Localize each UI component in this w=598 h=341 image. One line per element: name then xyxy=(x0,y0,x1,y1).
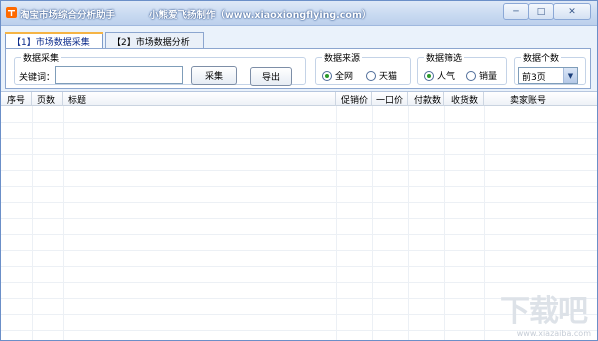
grid-row-line xyxy=(1,138,597,139)
source-tmall-radio[interactable]: 天猫 xyxy=(366,69,397,82)
col-header-page[interactable]: 页数 xyxy=(32,92,63,106)
page-count-value: 前3页 xyxy=(522,73,546,83)
grid-row-line xyxy=(1,234,597,235)
col-header-payments[interactable]: 付款数 xyxy=(408,92,444,106)
taobao-icon xyxy=(6,7,17,18)
source-legend: 数据来源 xyxy=(324,54,361,64)
grid-row-line xyxy=(1,186,597,187)
col-header-promo-price[interactable]: 促销价 xyxy=(336,92,372,106)
grid-column-line xyxy=(336,106,337,340)
radio-unselected-icon xyxy=(466,70,476,81)
source-group: 数据来源 全网 天猫 xyxy=(315,51,411,85)
tab-market-analysis[interactable]: 【2】市场数据分析 xyxy=(105,32,204,48)
watermark-logo: 下载吧 xyxy=(500,294,588,329)
collect-legend: 数据采集 xyxy=(23,54,60,64)
grid-row-line xyxy=(1,250,597,251)
close-icon: ✕ xyxy=(568,6,576,17)
count-group: 数据个数 前3页 ▼ xyxy=(514,51,586,85)
table-header: 序号 页数 标题 促销价 一口价 付款数 收货数 卖家账号 xyxy=(1,92,597,106)
grid-column-line xyxy=(63,106,64,340)
page-count-select[interactable]: 前3页 ▼ xyxy=(518,67,578,84)
grid-column-line xyxy=(372,106,373,340)
radio-selected-icon xyxy=(424,70,434,81)
grid-column-line xyxy=(484,106,485,340)
tab-label: 【1】市场数据采集 xyxy=(12,38,90,48)
radio-selected-icon xyxy=(322,70,332,81)
grid-column-line xyxy=(32,106,33,340)
filter-sales-radio[interactable]: 销量 xyxy=(466,69,497,82)
grid-row-line xyxy=(1,202,597,203)
app-window: 淘宝市场综合分析助手 小熊爱飞扬制作（www.xiaoxiongflying.c… xyxy=(0,0,598,341)
results-table: 序号 页数 标题 促销价 一口价 付款数 收货数 卖家账号 下载吧 www.xi… xyxy=(1,91,597,340)
col-header-index[interactable]: 序号 xyxy=(1,92,32,106)
filter-legend: 数据筛选 xyxy=(426,54,463,64)
grid-row-line xyxy=(1,170,597,171)
filter-group: 数据筛选 人气 销量 xyxy=(417,51,507,85)
grid-row-line xyxy=(1,266,597,267)
keyword-input[interactable] xyxy=(55,66,183,84)
window-credit: 小熊爱飞扬制作（www.xiaoxiongflying.com） xyxy=(149,10,372,21)
grid-column-line xyxy=(444,106,445,340)
grid-column-line xyxy=(408,106,409,340)
filter-popularity-radio[interactable]: 人气 xyxy=(424,69,455,82)
radio-unselected-icon xyxy=(366,70,376,81)
grid-row-line xyxy=(1,330,597,331)
export-button[interactable]: 导出 xyxy=(250,67,292,86)
col-header-seller[interactable]: 卖家账号 xyxy=(484,92,597,106)
keyword-label: 关键词： xyxy=(19,73,56,83)
col-header-received[interactable]: 收货数 xyxy=(444,92,484,106)
grid-row-line xyxy=(1,282,597,283)
source-all-radio[interactable]: 全网 xyxy=(322,69,353,82)
minimize-button[interactable]: ─ xyxy=(503,3,529,20)
col-header-title[interactable]: 标题 xyxy=(63,92,336,106)
tab-panel-collect: 数据采集 关键词： 采集 导出 数据来源 全网 天猫 数据筛选 人气 销量 数据… xyxy=(5,48,591,89)
maximize-icon: □ xyxy=(536,6,546,17)
count-legend: 数据个数 xyxy=(523,54,560,64)
collect-group: 数据采集 关键词： 采集 导出 xyxy=(14,51,306,86)
watermark-url: www.xiazaiba.com xyxy=(516,329,591,338)
close-button[interactable]: ✕ xyxy=(553,3,591,20)
window-controls: ─ □ ✕ xyxy=(503,3,591,20)
minimize-icon: ─ xyxy=(513,6,519,17)
tab-label: 【2】市场数据分析 xyxy=(112,38,190,48)
window-title: 淘宝市场综合分析助手 xyxy=(20,10,116,21)
title-bar[interactable]: 淘宝市场综合分析助手 小熊爱飞扬制作（www.xiaoxiongflying.c… xyxy=(1,1,597,26)
maximize-button[interactable]: □ xyxy=(528,3,554,20)
chevron-down-icon[interactable]: ▼ xyxy=(563,68,577,83)
grid-row-line xyxy=(1,122,597,123)
tab-market-collect[interactable]: 【1】市场数据采集 xyxy=(5,32,103,49)
col-header-fixed-price[interactable]: 一口价 xyxy=(372,92,408,106)
grid-row-line xyxy=(1,154,597,155)
collect-button[interactable]: 采集 xyxy=(191,66,237,85)
grid-row-line xyxy=(1,218,597,219)
